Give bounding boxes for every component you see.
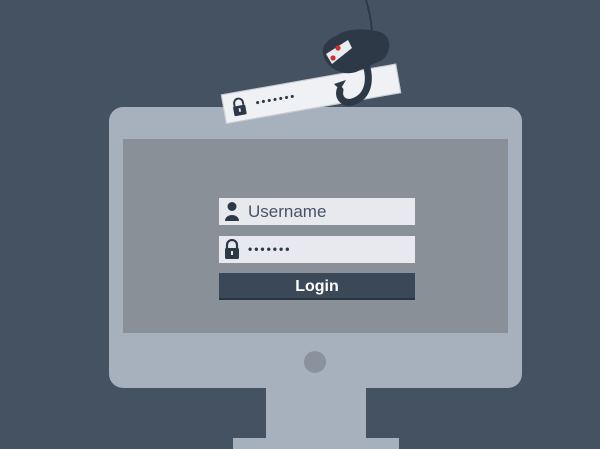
password-field[interactable]: •••••••	[219, 236, 415, 263]
power-button-icon	[304, 351, 326, 373]
password-mask: •••••••	[248, 242, 292, 256]
fishing-line	[365, 0, 373, 37]
user-icon	[225, 202, 239, 221]
stolen-password-mask: •••••••	[254, 90, 298, 110]
username-placeholder: Username	[248, 202, 327, 221]
login-button[interactable]: Login	[219, 273, 415, 300]
lock-icon	[233, 97, 247, 117]
lock-icon	[225, 239, 239, 259]
monitor-neck	[266, 388, 366, 442]
monitor-base	[233, 438, 399, 449]
username-field[interactable]: Username	[219, 198, 415, 225]
phishing-illustration: Username ••••••• Login •••••••	[0, 0, 600, 449]
